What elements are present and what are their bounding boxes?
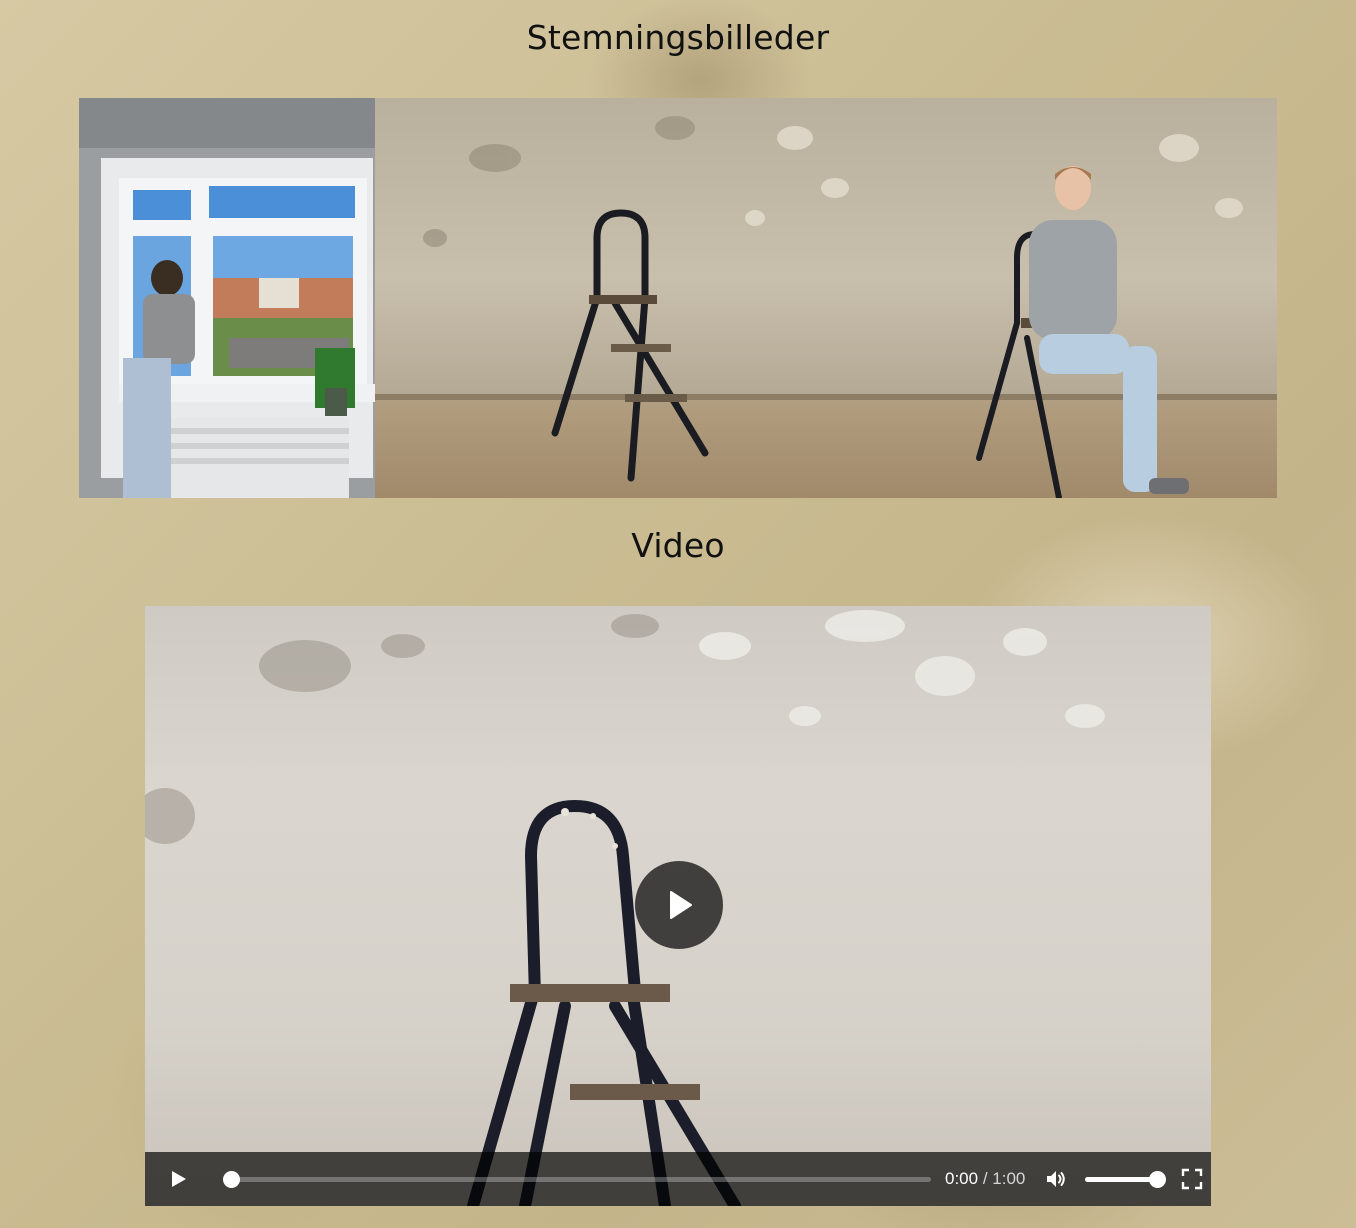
duration: 1:00 [992,1169,1026,1188]
time-display: 0:00 / 1:00 [945,1169,1025,1189]
video-heading: Video [631,526,725,565]
volume-icon [1047,1171,1066,1187]
time-separator: / [982,1169,988,1188]
fullscreen-button[interactable] [1175,1162,1209,1196]
big-play-button[interactable] [635,861,723,949]
woman-cleaning-window-photo[interactable] [79,98,375,498]
mood-images-heading: Stemningsbilleder [526,18,830,57]
woman-on-stepladder-photo[interactable] [909,98,1277,498]
mute-button[interactable] [1039,1162,1073,1196]
play-icon [172,1171,186,1187]
video-controls-bar: 0:00 / 1:00 [145,1152,1211,1206]
volume-slider-handle[interactable] [1149,1170,1167,1188]
current-time: 0:00 [945,1169,979,1188]
play-button[interactable] [161,1162,195,1196]
stepladder-photo[interactable] [375,98,909,498]
volume-slider-fill [1085,1176,1158,1182]
volume-slider[interactable] [1085,1170,1167,1188]
fullscreen-icon [1182,1168,1203,1190]
seek-bar[interactable] [223,1170,931,1188]
seek-bar-handle[interactable] [223,1170,240,1188]
video-player[interactable]: 0:00 / 1:00 [145,606,1211,1206]
play-icon [670,891,692,919]
mood-image-gallery [79,98,1277,498]
